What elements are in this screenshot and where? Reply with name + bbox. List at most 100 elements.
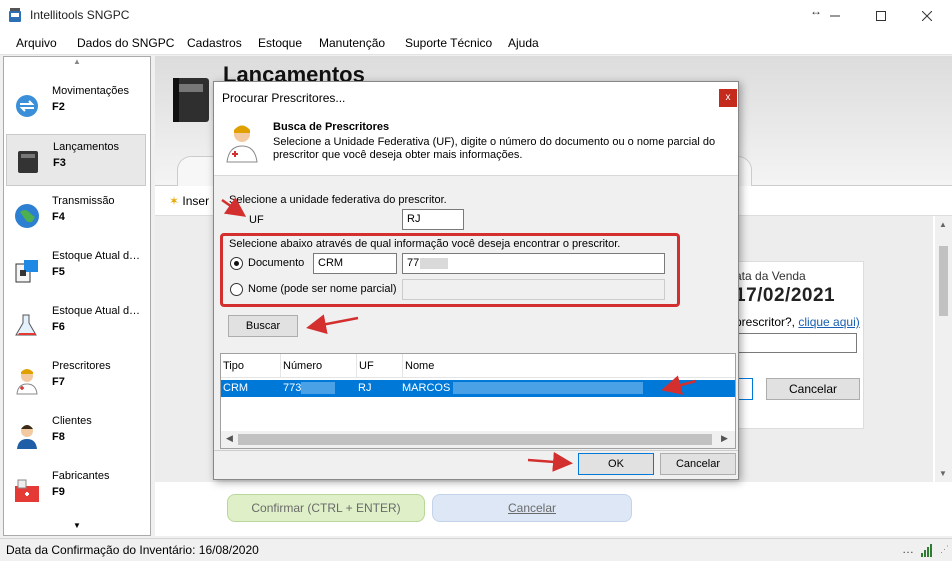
redacted-block	[453, 382, 644, 395]
name-input[interactable]	[402, 279, 665, 300]
redacted-block	[420, 257, 449, 269]
sidebar-shortcut: F5	[52, 266, 65, 278]
menu-dados-sngpc[interactable]: Dados do SNGPC	[77, 36, 174, 50]
document-number-value: 77	[407, 257, 420, 269]
results-grid: Tipo Número UF Nome CRM 773 RJ MARCOS ◀ …	[220, 353, 736, 449]
size-grip-icon[interactable]: ⋰	[940, 544, 949, 555]
horizontal-scrollbar[interactable]: ◀ ▶	[221, 431, 735, 448]
cell-numero-value: 773	[283, 382, 302, 394]
scroll-right-icon[interactable]: ▶	[721, 433, 728, 444]
column-header-tipo[interactable]: Tipo	[221, 354, 281, 378]
dialog-header-description: Selecione a Unidade Federativa (UF), dig…	[273, 136, 716, 161]
close-icon: x	[725, 92, 731, 103]
sidebar-shortcut: F6	[52, 321, 65, 333]
app-icon	[9, 8, 21, 22]
click-here-link[interactable]: clique aqui)	[798, 315, 859, 329]
dialog-header: Busca de Prescritores Selecione a Unidad…	[214, 112, 738, 176]
maximize-icon	[876, 11, 886, 21]
column-header-numero[interactable]: Número	[281, 354, 357, 378]
scroll-down-icon[interactable]: ▼	[939, 469, 947, 478]
sidebar-item-prescritores[interactable]: Prescritores F7	[6, 354, 146, 406]
sidebar-item-estoque-atual-2[interactable]: Estoque Atual d… F6	[6, 299, 146, 351]
vertical-scrollbar[interactable]: ▲ ▼	[935, 216, 952, 482]
sidebar-label: Transmissão	[52, 195, 115, 207]
radio-document-label: Documento	[248, 257, 305, 269]
bottom-action-bar: Confirmar (CTRL + ENTER) Cancelar	[155, 482, 952, 536]
maximize-button[interactable]	[858, 4, 904, 28]
prescriber-input[interactable]	[735, 333, 857, 353]
sidebar-item-fabricantes[interactable]: Fabricantes F9	[6, 464, 146, 516]
cancel-button[interactable]: Cancelar	[432, 494, 632, 522]
uf-label: UF	[249, 214, 264, 226]
flask-icon	[15, 314, 37, 336]
prescriber-help-text: prescritor?, clique aqui)	[735, 315, 860, 329]
book-icon	[18, 151, 38, 173]
sidebar-scroll-up[interactable]: ▲	[4, 57, 150, 71]
confirm-button[interactable]: Confirmar (CTRL + ENTER)	[227, 494, 425, 522]
book-icon	[173, 78, 209, 122]
scrollbar-thumb[interactable]	[939, 246, 948, 316]
search-prescribers-dialog: Procurar Prescritores... x Busca de Pres…	[213, 81, 739, 480]
menu-manutencao[interactable]: Manutenção	[319, 36, 385, 50]
table-row[interactable]: CRM 773 RJ MARCOS	[221, 380, 735, 397]
cell-uf: RJ	[358, 382, 372, 394]
sidebar-item-clientes[interactable]: Clientes F8	[6, 409, 146, 461]
uf-prompt: Selecione a unidade federativa do prescr…	[229, 194, 447, 206]
close-icon	[922, 11, 932, 21]
close-window-button[interactable]	[904, 4, 950, 28]
dialog-header-title: Busca de Prescritores	[273, 121, 390, 133]
insert-button[interactable]: ✶ Inser	[169, 194, 209, 208]
document-number-input[interactable]: 77	[402, 253, 665, 274]
column-header-uf[interactable]: UF	[357, 354, 403, 378]
minimize-button[interactable]	[812, 4, 858, 28]
menu-suporte-tecnico[interactable]: Suporte Técnico	[405, 36, 492, 50]
sidebar-shortcut: F3	[53, 157, 66, 169]
dialog-cancel-button[interactable]: Cancelar	[660, 453, 736, 475]
cell-nome: MARCOS	[402, 380, 644, 397]
scrollbar-thumb[interactable]	[238, 434, 712, 445]
prescriber-help-label: prescritor?,	[735, 315, 799, 329]
menu-arquivo[interactable]: Arquivo	[16, 36, 57, 50]
menu-cadastros[interactable]: Cadastros	[187, 36, 242, 50]
menu-estoque[interactable]: Estoque	[258, 36, 302, 50]
sale-date-label: ata da Venda	[735, 269, 806, 283]
title-bar: Intellitools SNGPC ↔	[0, 0, 952, 31]
radio-document[interactable]	[230, 257, 243, 270]
movements-icon	[16, 95, 38, 117]
dialog-close-button[interactable]: x	[719, 89, 737, 107]
radio-name[interactable]	[230, 283, 243, 296]
status-bar: Data da Confirmação do Inventário: 16/08…	[0, 538, 952, 561]
column-header-nome[interactable]: Nome	[403, 354, 735, 378]
doctor-icon	[226, 125, 258, 163]
sidebar-item-lancamentos[interactable]: Lançamentos F3	[6, 134, 146, 186]
sidebar-shortcut: F9	[52, 486, 65, 498]
cell-numero: 773	[283, 380, 336, 397]
sidebar-label: Lançamentos	[53, 141, 120, 153]
scroll-left-icon[interactable]: ◀	[226, 433, 233, 444]
search-button[interactable]: Buscar	[228, 315, 298, 337]
document-type-input[interactable]: CRM	[313, 253, 397, 274]
signal-icon	[921, 544, 932, 557]
scroll-up-icon[interactable]: ▲	[939, 220, 947, 229]
uf-input[interactable]: RJ	[402, 209, 464, 230]
ok-button[interactable]: OK	[578, 453, 654, 475]
cell-nome-value: MARCOS	[402, 382, 451, 394]
client-icon	[17, 425, 37, 449]
insert-label: Inser	[182, 194, 210, 208]
card-cancel-button[interactable]: Cancelar	[766, 378, 860, 400]
sidebar-item-estoque-atual-1[interactable]: Estoque Atual d… F5	[6, 244, 146, 296]
menu-bar: Arquivo Dados do SNGPC Cadastros Estoque…	[0, 31, 952, 55]
doctor-icon	[16, 369, 38, 395]
star-icon: ✶	[169, 194, 180, 208]
minimize-icon	[830, 15, 840, 17]
stock-icon	[15, 260, 38, 283]
sidebar-shortcut: F2	[52, 101, 65, 113]
sidebar-scroll-down[interactable]: ▼	[4, 521, 150, 535]
sidebar-item-movimentacoes[interactable]: Movimentações F2	[6, 79, 146, 131]
factory-icon	[15, 479, 39, 502]
sidebar-item-transmissao[interactable]: Transmissão F4	[6, 189, 146, 241]
menu-ajuda[interactable]: Ajuda	[508, 36, 539, 50]
sidebar-label: Estoque Atual d…	[52, 250, 141, 262]
sidebar-label: Estoque Atual d…	[52, 305, 141, 317]
window-title: Intellitools SNGPC	[30, 8, 130, 22]
